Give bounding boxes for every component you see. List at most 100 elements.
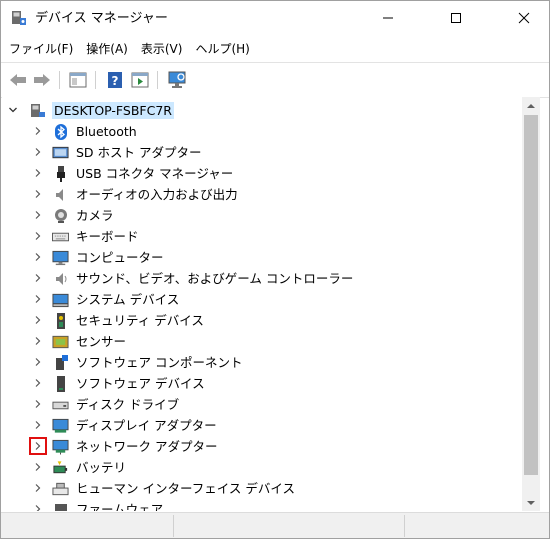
tree-item[interactable]: ヒューマン インターフェイス デバイス [2,478,522,499]
chevron-right-icon[interactable] [29,437,47,455]
tree-item[interactable]: ネットワーク アダプター [2,436,522,457]
tree-item[interactable]: オーディオの入力および出力 [2,184,522,205]
toolbar-separator [95,71,96,89]
tree-item-label: Bluetooth [76,124,137,139]
tree-item-label: サウンド、ビデオ、およびゲーム コントローラー [76,271,354,286]
disk-drive-icon [52,396,69,413]
tree-item[interactable]: バッテリ [2,457,522,478]
tree-item-label: キーボード [76,229,139,244]
firmware-icon [52,501,69,511]
tree-item[interactable]: キーボード [2,226,522,247]
menu-bar: ファイル(F) 操作(A) 表示(V) ヘルプ(H) [1,37,255,61]
vertical-scrollbar[interactable] [522,97,540,511]
chevron-right-icon[interactable] [31,397,45,411]
chevron-right-icon[interactable] [31,124,45,138]
scrollbar-thumb[interactable] [524,115,538,475]
chevron-right-icon[interactable] [31,418,45,432]
tree-item[interactable]: サウンド、ビデオ、およびゲーム コントローラー [2,268,522,289]
scroll-up-button[interactable] [522,97,540,114]
chevron-right-icon[interactable] [31,460,45,474]
tree-item[interactable]: コンピューター [2,247,522,268]
chevron-right-icon[interactable] [31,250,45,264]
camera-icon [52,207,69,224]
toolbar: ? [1,62,549,98]
tree-item-label: コンピューター [76,250,164,265]
tree-item[interactable]: Bluetooth [2,121,522,142]
chevron-right-icon[interactable] [31,313,45,327]
help-button[interactable]: ? [104,69,126,91]
chevron-right-icon[interactable] [31,292,45,306]
menu-action[interactable]: 操作(A) [81,39,133,59]
chevron-right-icon[interactable] [31,208,45,222]
speaker-icon [52,186,69,203]
display-adapter-icon [52,417,69,434]
properties-pane-button[interactable] [67,69,89,91]
maximize-button[interactable] [433,1,479,35]
status-pane [174,515,405,537]
root-label[interactable]: DESKTOP-FSBFC7R [52,102,174,119]
tree-item[interactable]: ソフトウェア コンポーネント [2,352,522,373]
tree-item[interactable]: セキュリティ デバイス [2,310,522,331]
tree-item-label: ソフトウェア コンポーネント [76,355,243,370]
forward-button[interactable] [31,69,53,91]
tree-item[interactable]: システム デバイス [2,289,522,310]
menu-view[interactable]: 表示(V) [136,39,188,59]
sensor-icon [52,333,69,350]
back-button[interactable] [7,69,29,91]
chevron-right-icon[interactable] [31,229,45,243]
chevron-right-icon[interactable] [31,481,45,495]
tree-item[interactable]: カメラ [2,205,522,226]
chevron-right-icon[interactable] [31,502,45,511]
tree-item-label: ネットワーク アダプター [76,439,218,454]
tree-item-label: ヒューマン インターフェイス デバイス [76,481,295,496]
tree-item[interactable]: センサー [2,331,522,352]
chevron-right-icon[interactable] [31,187,45,201]
tree-root[interactable]: DESKTOP-FSBFC7R [2,100,522,121]
tree-item[interactable]: SD ホスト アダプター [2,142,522,163]
toolbar-separator [59,71,60,89]
hid-icon [52,480,69,497]
keyboard-icon [52,228,69,245]
scan-hardware-button[interactable] [166,69,188,91]
tree-item-label: センサー [76,334,127,349]
device-manager-icon [11,10,27,26]
network-adapter-icon [52,438,69,455]
tree-item[interactable]: ディスク ドライブ [2,394,522,415]
status-bar [1,512,549,538]
monitor-icon [52,249,69,266]
chevron-down-icon[interactable] [6,103,20,117]
chevron-right-icon[interactable] [31,271,45,285]
tree-item-label: SD ホスト アダプター [76,145,202,160]
security-device-icon [52,312,69,329]
chevron-right-icon[interactable] [31,355,45,369]
system-device-icon [52,291,69,308]
svg-text:?: ? [112,74,119,88]
close-button[interactable] [501,1,547,35]
software-component-icon [52,354,69,371]
tree-item-label: バッテリ [76,460,127,475]
chevron-right-icon[interactable] [31,334,45,348]
tree-item[interactable]: USB コネクタ マネージャー [2,163,522,184]
menu-file[interactable]: ファイル(F) [4,39,78,59]
bluetooth-icon [52,123,69,140]
scroll-down-button[interactable] [522,494,540,511]
tree-item-label: システム デバイス [76,292,180,307]
title-bar: デバイス マネージャー [1,1,549,35]
menu-help[interactable]: ヘルプ(H) [190,39,254,59]
window-title: デバイス マネージャー [35,11,168,26]
chevron-right-icon[interactable] [31,145,45,159]
run-action-button[interactable] [129,69,151,91]
sd-host-icon [52,144,69,161]
tree-item[interactable]: ファームウェア [2,499,522,511]
chevron-right-icon[interactable] [31,376,45,390]
device-tree[interactable]: DESKTOP-FSBFC7R Bluetooth SD ホスト アダプター U… [2,97,522,511]
tree-item-label: USB コネクタ マネージャー [76,166,234,181]
tree-item-label: カメラ [76,208,114,223]
tree-item[interactable]: ディスプレイ アダプター [2,415,522,436]
device-manager-window: デバイス マネージャー ファイル(F) 操作(A) 表示(V) ヘルプ(H) ? [0,0,550,539]
software-device-icon [52,375,69,392]
minimize-button[interactable] [365,1,411,35]
chevron-right-icon[interactable] [31,166,45,180]
tree-item[interactable]: ソフトウェア デバイス [2,373,522,394]
tree-item-label: セキュリティ デバイス [76,313,204,328]
